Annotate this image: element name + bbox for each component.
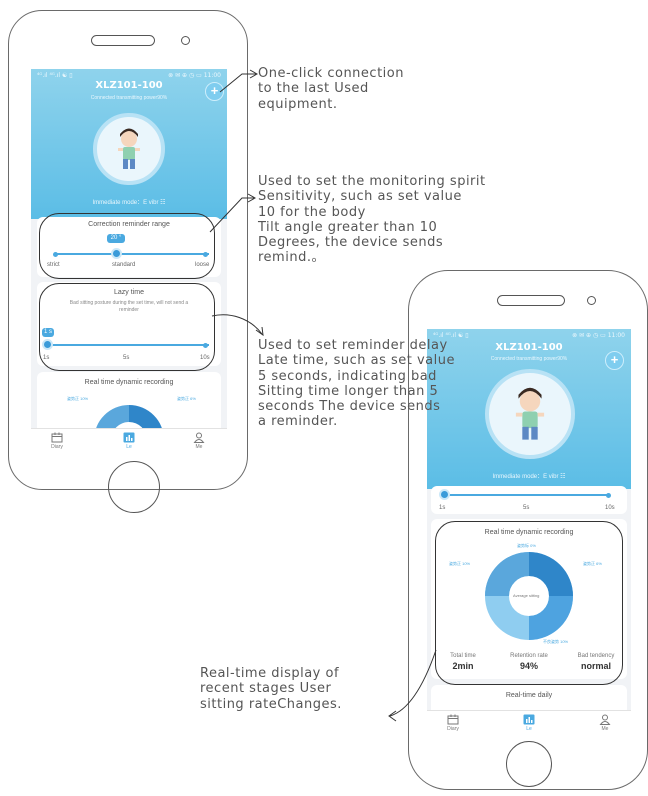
device-name: XLZ101-100 [495,342,563,353]
connection-status: Connected transmitting power90% [490,356,568,362]
header-panel: ⁴ᴳ.ıl ⁴ᴳ.ıl ☯ ▯ ⊗ ✉ ⊕ ◷ ▭ 11:00 XLZ101-1… [31,69,227,219]
child-figure-icon [118,128,140,169]
lazy-slider-handle[interactable] [439,489,450,500]
tab-le-label: Le [126,444,132,450]
calendar-icon [447,714,459,725]
note-connection: One-click connection to the last Used eq… [258,66,404,112]
note-realtime: Real-time display of recent stages User … [200,666,342,712]
mode-label[interactable]: Immediate mode：E vibr ☷ [31,197,227,206]
chart-icon [523,714,535,725]
note-sensitivity: Used to set the monitoring spirit Sensit… [258,174,486,266]
status-right: ⊗ ✉ ⊕ ◷ ▭ 11:00 [572,332,625,339]
chart-icon [123,432,135,443]
header-panel: ⁴ᴳ.ıl ⁴ᴳ.ıl ☯ ▯ ⊗ ✉ ⊕ ◷ ▭ 11:00 XLZ101-1… [427,329,631,489]
slider-stop [606,492,611,498]
avatar [485,369,575,459]
tab-diary[interactable]: Diary [433,714,473,732]
pct-right: 姿势正 6% [177,396,196,401]
lazy-label-1s: 1s [439,505,446,511]
add-device-button[interactable]: + [205,82,224,101]
avatar [93,113,165,185]
tab-diary-label: Diary [51,444,63,450]
tab-me[interactable]: Me [179,432,219,450]
recording-title: Real time dynamic recording [84,379,174,386]
phone-camera [181,36,190,45]
note-delay: Used to set reminder delay Late time, su… [258,338,455,430]
lazy-slider-card: 1s 5s 10s [431,486,627,514]
person-icon [193,432,205,443]
tab-me[interactable]: Me [585,714,625,732]
phone-speaker [497,295,565,306]
home-button[interactable] [506,741,552,787]
tab-bar: Diary Le Me [31,428,227,457]
connection-status: Connected transmitting power90% [90,95,168,101]
tab-bar: Diary Le Me [427,710,631,739]
tab-diary-label: Diary [447,726,459,732]
person-icon [599,714,611,725]
status-bar: ⁴ᴳ.ıl ⁴ᴳ.ıl ☯ ▯ ⊗ ✉ ⊕ ◷ ▭ 11:00 [37,72,221,79]
device-name: XLZ101-100 [95,80,163,91]
phone-speaker [91,35,155,46]
status-signal: ⁴ᴳ.ıl ⁴ᴳ.ıl ☯ ▯ [37,72,73,79]
daily-title: Real-time daily [505,692,553,699]
lazy-label-5s: 5s [523,505,530,511]
tab-le[interactable]: Le [109,432,149,450]
pct-left: 姿势正 10% [67,396,89,401]
status-bar: ⁴ᴳ.ıl ⁴ᴳ.ıl ☯ ▯ ⊗ ✉ ⊕ ◷ ▭ 11:00 [433,332,625,339]
phone-left: ⁴ᴳ.ıl ⁴ᴳ.ıl ☯ ▯ ⊗ ✉ ⊕ ◷ ▭ 11:00 XLZ101-1… [8,10,248,513]
tab-me-label: Me [195,444,203,450]
phone-camera [587,296,596,305]
status-right: ⊗ ✉ ⊕ ◷ ▭ 11:00 [168,72,221,79]
tab-le[interactable]: Le [509,714,549,732]
child-figure-icon [515,387,545,440]
lazy-label-10s: 10s [605,505,615,511]
calendar-icon [51,432,63,443]
tab-me-label: Me [601,726,609,732]
tab-diary[interactable]: Diary [37,432,77,450]
home-button[interactable] [108,461,160,513]
tab-le-label: Le [526,726,532,732]
add-device-button[interactable]: + [605,351,624,370]
highlight-correction [39,213,215,279]
lazy-slider-track[interactable] [445,494,609,496]
highlight-recording [435,521,623,685]
mode-label[interactable]: Immediate mode：E vibr ☷ [427,471,631,480]
highlight-lazy [39,283,215,371]
